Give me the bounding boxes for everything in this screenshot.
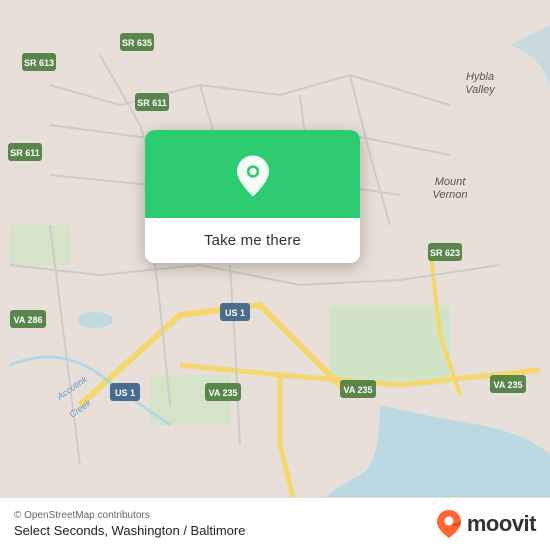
svg-text:US 1: US 1 [225,308,245,318]
location-pin-icon [229,152,277,200]
take-me-there-button[interactable]: Take me there [145,218,360,263]
svg-text:VA 235: VA 235 [343,385,372,395]
svg-text:VA 235: VA 235 [493,380,522,390]
bottom-left-info: © OpenStreetMap contributors Select Seco… [14,510,245,538]
svg-text:SR 635: SR 635 [122,38,152,48]
svg-text:Mount: Mount [435,176,467,188]
location-name: Select Seconds, Washington / Baltimore [14,523,245,538]
svg-text:SR 611: SR 611 [137,98,167,108]
map-container: SR 613 SR 635 SR 611 SR 611 VA 286 US 1 … [0,0,550,550]
popup-header [145,130,360,218]
bottom-bar: © OpenStreetMap contributors Select Seco… [0,497,550,550]
moovit-brand-text: moovit [467,511,536,537]
svg-text:Vernon: Vernon [432,189,467,201]
svg-text:SR 613: SR 613 [24,58,54,68]
svg-text:SR 611: SR 611 [10,148,40,158]
moovit-logo: moovit [435,508,536,540]
map-attribution: © OpenStreetMap contributors [14,510,245,521]
moovit-pin-icon [435,508,463,540]
svg-text:VA 286: VA 286 [13,315,42,325]
svg-text:US 1: US 1 [115,388,135,398]
svg-text:SR 623: SR 623 [430,248,460,258]
svg-text:Valley: Valley [465,84,496,96]
popup-card: Take me there [145,130,360,263]
svg-text:Hybla: Hybla [466,71,494,83]
map-background: SR 613 SR 635 SR 611 SR 611 VA 286 US 1 … [0,0,550,550]
svg-text:VA 235: VA 235 [208,388,237,398]
